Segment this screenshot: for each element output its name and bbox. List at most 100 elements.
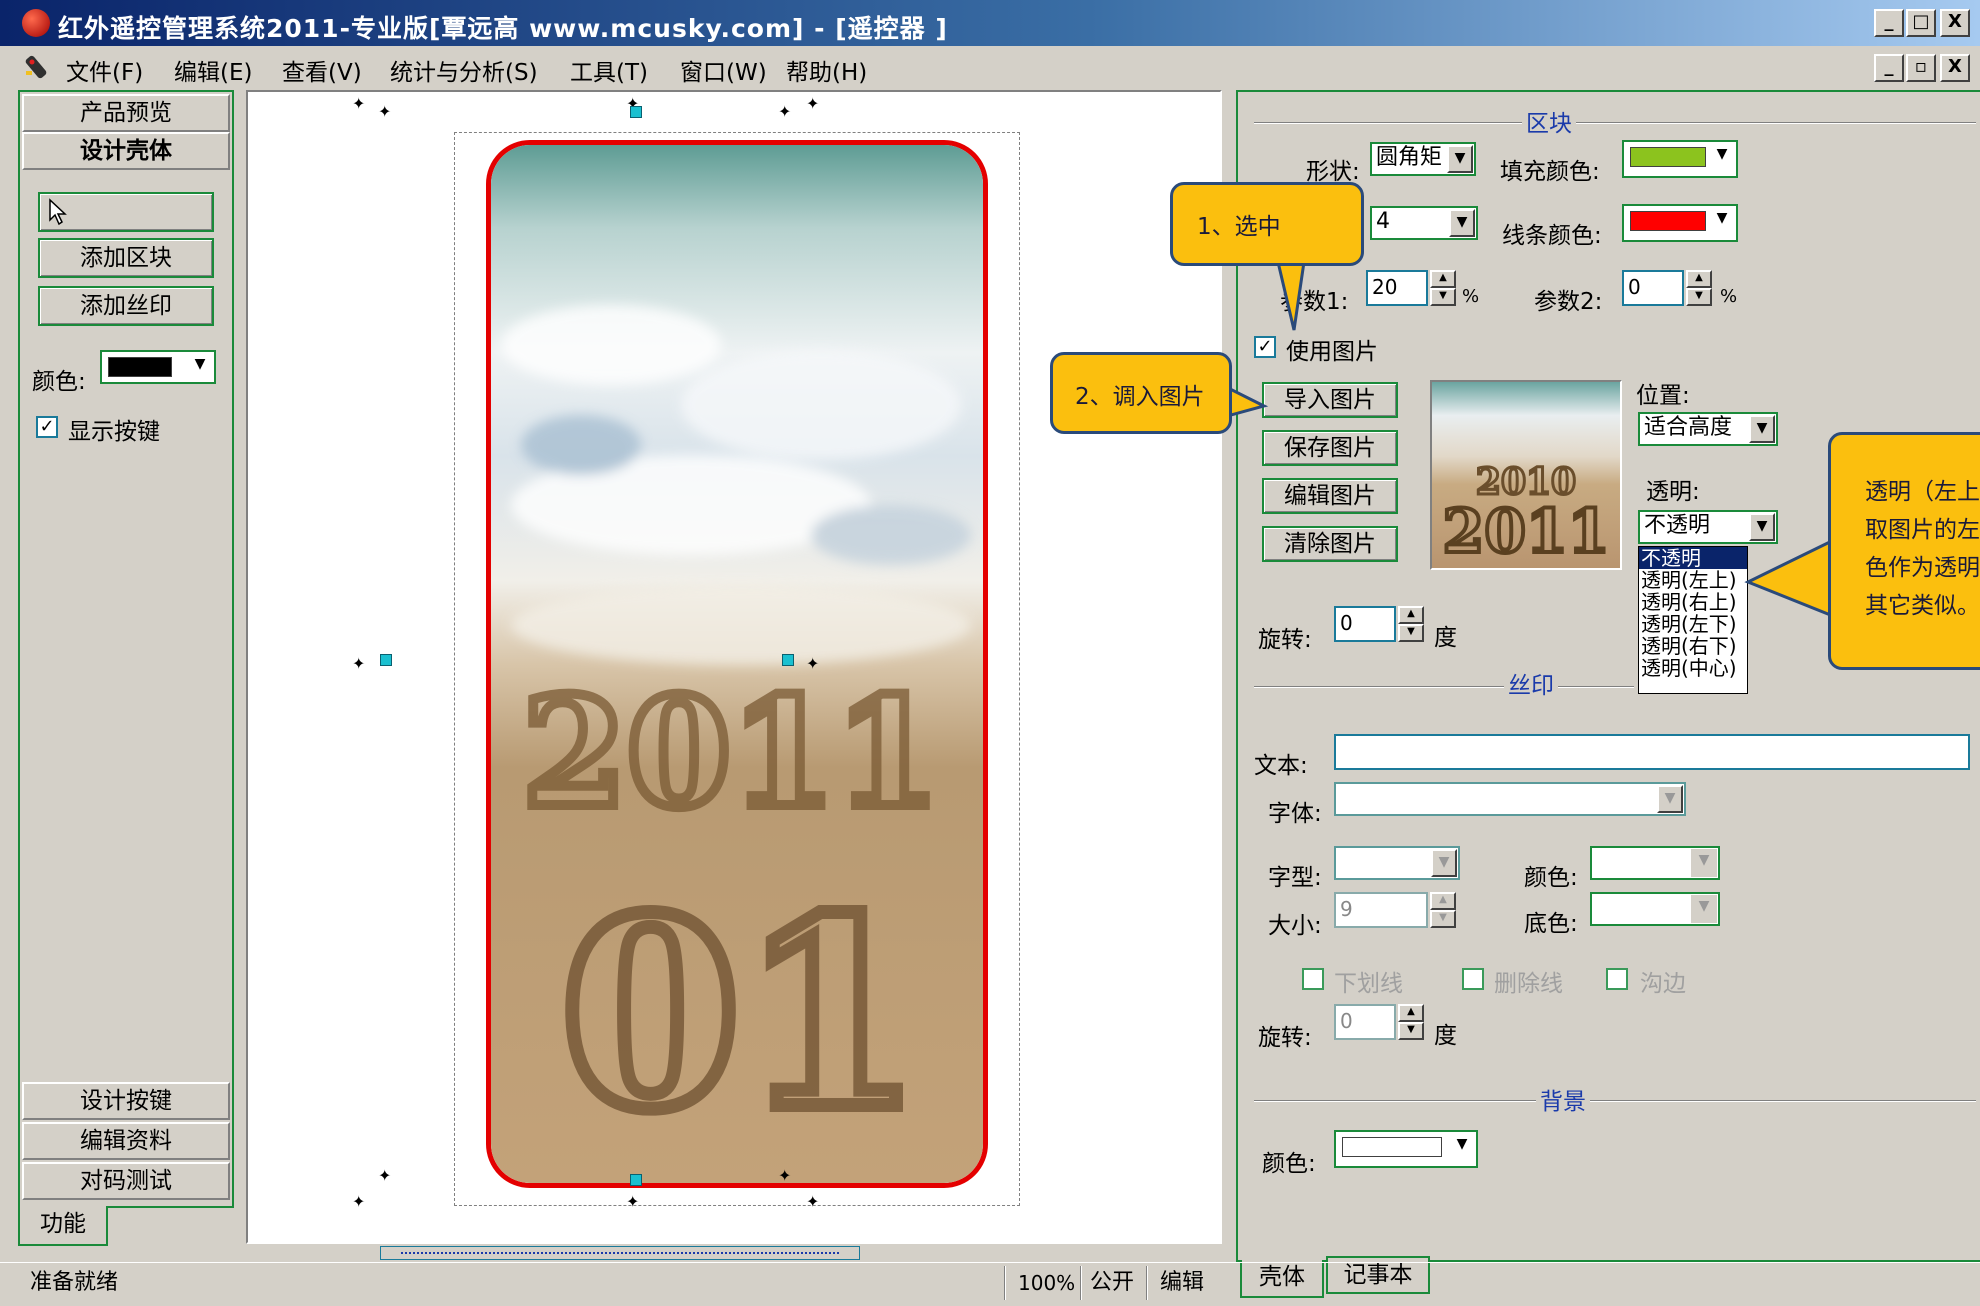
fill-color-swatch: [1630, 147, 1706, 167]
add-block-button[interactable]: 添加区块: [38, 238, 214, 278]
save-image-button[interactable]: 保存图片: [1262, 430, 1398, 466]
param2-label: 参数2:: [1534, 289, 1603, 315]
font-style-select[interactable]: ▼: [1334, 846, 1460, 880]
style-label: 字型:: [1268, 865, 1322, 891]
rotate-unit: 度: [1434, 625, 1457, 651]
left-splitter[interactable]: [236, 440, 244, 900]
silk-color-select[interactable]: ▼: [1590, 846, 1720, 880]
close-button[interactable]: X: [1940, 9, 1970, 37]
resize-handle[interactable]: [782, 654, 794, 666]
shell-color-select[interactable]: ▼: [100, 350, 216, 384]
tab-function[interactable]: 功能: [18, 1206, 108, 1246]
resize-handle[interactable]: ✦: [778, 104, 791, 120]
mdi-restore-button[interactable]: ▫: [1906, 54, 1936, 82]
right-splitter[interactable]: [1224, 440, 1234, 940]
app-apple-icon: [22, 9, 50, 37]
callout-step1: 1、选中: [1170, 182, 1364, 266]
shape-value: 圆角矩: [1376, 145, 1443, 170]
callout-note-line: 取图片的左: [1865, 517, 1980, 543]
category-edit-data[interactable]: 编辑资料: [22, 1122, 230, 1160]
resize-handle[interactable]: ✦: [352, 96, 365, 112]
strikeout-checkbox[interactable]: [1462, 968, 1484, 990]
minimize-button[interactable]: _: [1874, 9, 1904, 37]
block-rotate-input[interactable]: 0: [1334, 606, 1396, 642]
bg-color-label: 颜色:: [1262, 1151, 1316, 1177]
silk-size-input[interactable]: 9: [1334, 892, 1428, 928]
show-keys-checkbox[interactable]: ✓: [36, 416, 58, 438]
callout-note-line: 透明（左上: [1865, 479, 1980, 505]
resize-handle[interactable]: ✦: [352, 1194, 365, 1210]
fill-color-label: 填充颜色:: [1500, 159, 1600, 185]
chevron-down-icon: ▼: [1449, 1133, 1475, 1161]
import-image-button[interactable]: 导入图片: [1262, 382, 1398, 418]
silk-bgcolor-label: 底色:: [1524, 911, 1578, 937]
silk-size-spinner[interactable]: ▲ ▼: [1430, 892, 1456, 928]
callout-note-line: 其它类似。: [1865, 593, 1980, 619]
bg-color-select[interactable]: ▼: [1334, 1130, 1478, 1168]
resize-handle[interactable]: [630, 1174, 642, 1186]
resize-handle[interactable]: [630, 106, 642, 118]
position-select[interactable]: 适合高度 ▼: [1638, 412, 1778, 446]
bg-color-swatch: [1342, 1137, 1442, 1157]
param2-spinner[interactable]: ▲ ▼: [1686, 270, 1712, 306]
show-keys-label: 显示按键: [68, 419, 160, 445]
select-tool-button[interactable]: [38, 192, 214, 232]
line-color-select[interactable]: ▼: [1622, 204, 1738, 242]
resize-handle[interactable]: ✦: [806, 96, 819, 112]
category-code-test[interactable]: 对码测试: [22, 1162, 230, 1200]
rotate-label: 旋转:: [1258, 627, 1312, 653]
mdi-close-button[interactable]: X: [1940, 54, 1970, 82]
edit-image-button[interactable]: 编辑图片: [1262, 478, 1398, 514]
resize-handle[interactable]: ✦: [378, 104, 391, 120]
resize-handle[interactable]: ✦: [352, 656, 365, 672]
resize-handle[interactable]: ✦: [806, 1194, 819, 1210]
category-product-preview[interactable]: 产品预览: [22, 94, 230, 132]
silk-bgcolor-select[interactable]: ▼: [1590, 892, 1720, 926]
font-select[interactable]: ▼: [1334, 782, 1686, 816]
line-width-select[interactable]: 4 ▼: [1370, 206, 1478, 240]
menu-edit[interactable]: 编辑(E): [174, 53, 252, 87]
param1-unit: %: [1462, 286, 1480, 307]
clear-image-button[interactable]: 清除图片: [1262, 526, 1398, 562]
resize-handle[interactable]: ✦: [378, 1168, 391, 1184]
silk-text-input[interactable]: [1334, 734, 1970, 770]
resize-handle[interactable]: ✦: [626, 1194, 639, 1210]
callout-note-line: 色作为透明: [1865, 555, 1980, 581]
maximize-button[interactable]: □: [1906, 9, 1936, 37]
silk-rotate-input[interactable]: 0: [1334, 1004, 1396, 1040]
sand-writing-2011: 2011: [522, 665, 939, 841]
param1-spinner[interactable]: ▲ ▼: [1430, 270, 1456, 306]
block-rotate-spinner[interactable]: ▲ ▼: [1398, 606, 1424, 642]
chevron-down-icon: ▼: [1691, 849, 1717, 877]
horizontal-scrollbar[interactable]: [380, 1246, 860, 1260]
resize-handle[interactable]: ✦: [806, 656, 819, 672]
param2-input[interactable]: 0: [1622, 270, 1684, 306]
dropdown-option-center[interactable]: 透明(中心): [1639, 657, 1747, 679]
menu-view[interactable]: 查看(V): [282, 53, 362, 87]
chevron-down-icon: ▼: [187, 353, 213, 381]
fill-color-select[interactable]: ▼: [1622, 140, 1738, 178]
menu-help[interactable]: 帮助(H): [786, 53, 867, 87]
menu-window[interactable]: 窗口(W): [680, 53, 767, 87]
design-canvas[interactable]: 2011 01 ✦ ✦ ✦ ✦ ✦ ✦ ✦ ✦ ✦ ✦ ✦ ✦: [246, 90, 1222, 1244]
block-section-title: 区块: [1522, 104, 1576, 138]
param1-input[interactable]: 20: [1366, 270, 1428, 306]
resize-handle[interactable]: [380, 654, 392, 666]
shape-select[interactable]: 圆角矩 ▼: [1370, 142, 1476, 176]
mdi-minimize-button[interactable]: _: [1874, 54, 1904, 82]
underline-checkbox[interactable]: [1302, 968, 1324, 990]
category-design-keys[interactable]: 设计按键: [22, 1082, 230, 1120]
thumb-text-2011: 2011: [1443, 497, 1610, 567]
menu-file[interactable]: 文件(F): [66, 53, 143, 87]
callout-transparent-note: 透明（左上 取图片的左 色作为透明 其它类似。: [1828, 432, 1980, 670]
category-design-shell[interactable]: 设计壳体: [22, 132, 230, 170]
resize-handle[interactable]: ✦: [778, 1168, 791, 1184]
callout-step2: 2、调入图片: [1050, 352, 1232, 434]
remote-shell-block[interactable]: 2011 01: [486, 140, 988, 1188]
menu-tools[interactable]: 工具(T): [570, 53, 648, 87]
outline-checkbox[interactable]: [1606, 968, 1628, 990]
add-silk-button[interactable]: 添加丝印: [38, 286, 214, 326]
menu-statistics[interactable]: 统计与分析(S): [390, 53, 538, 87]
section-divider: [1254, 122, 1976, 124]
silk-rotate-spinner[interactable]: ▲ ▼: [1398, 1004, 1424, 1040]
